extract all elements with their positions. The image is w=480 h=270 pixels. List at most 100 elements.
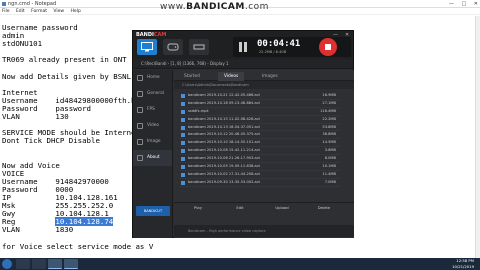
taskbar-browser-icon[interactable] <box>32 259 46 269</box>
video-file-icon <box>181 109 185 114</box>
file-row[interactable]: bandicam 2019-10-05 19-09-11-638.avi 10.1… <box>180 163 340 171</box>
taskbar-notepad-icon[interactable] <box>48 259 62 269</box>
watermark-suffix: .com <box>244 2 269 12</box>
menu-help[interactable]: Help <box>71 9 81 14</box>
bandicam-toolbar: BANDICAM 00:04:41 22.2MB / 8.4GB — ✕ <box>133 31 353 59</box>
sidebar-item-fps[interactable]: FPS <box>133 102 172 118</box>
file-size: 10.1MB <box>322 164 336 169</box>
gamepad-icon <box>167 43 179 51</box>
window-controls: — □ ✕ <box>443 1 478 7</box>
sidebar-item-video[interactable]: Video <box>133 118 172 134</box>
taskbar-explorer-icon[interactable] <box>16 259 30 269</box>
home-icon <box>137 75 143 81</box>
file-name: bandicam 2019-10-06 21-26-17-903.avi <box>188 156 260 161</box>
minimize-icon[interactable]: — <box>449 1 454 7</box>
sidebar-item-general[interactable]: General <box>133 86 172 102</box>
text-line: Username password <box>2 23 78 32</box>
image-icon <box>137 139 143 145</box>
file-row[interactable]: bandicam 2019-10-02 17-31-44-208.avi 11.4… <box>180 171 340 179</box>
text-line: Now add Voice <box>2 160 60 170</box>
text-line: TR069 already present in ONT ,it W <box>2 55 154 65</box>
file-row[interactable]: ssddfs.mp4 116.4MB <box>180 108 340 116</box>
bandicut-ad[interactable]: BANDICUT <box>136 206 170 216</box>
bandicam-footer: Bandicam - High performance video captur… <box>174 225 354 237</box>
file-size: 53.8MB <box>322 124 336 129</box>
file-row[interactable]: bandicam 2019-10-21 12-42-05-486.avi 16.9… <box>180 92 340 100</box>
watermark-prefix: www. <box>160 2 187 12</box>
output-path[interactable]: C:\Users\Admin\Documents\Bandicam <box>174 81 354 89</box>
screen-mode-button[interactable] <box>137 39 157 55</box>
recording-panel: 00:04:41 22.2MB / 8.4GB <box>233 37 351 57</box>
video-file-icon <box>181 165 185 170</box>
recording-timer: 00:04:41 <box>257 39 301 49</box>
start-button[interactable] <box>2 259 12 269</box>
file-row[interactable]: bandicam 2019-10-10 18-14-55-101.avi 14.5… <box>180 139 340 148</box>
system-clock[interactable]: 12:58 PM 10/21/2019 <box>452 258 474 269</box>
file-size: 3.6MB <box>324 148 336 153</box>
sidebar-item-image[interactable]: Image <box>133 134 172 150</box>
menu-edit[interactable]: Edit <box>16 9 25 14</box>
text-line: VLAN 1830 <box>2 225 74 235</box>
file-size: 11.4MB <box>322 171 336 176</box>
maximize-icon[interactable]: □ <box>461 1 466 7</box>
file-size: 16.9MB <box>322 93 336 97</box>
stop-record-button[interactable] <box>319 38 337 56</box>
bc-close-icon[interactable]: ✕ <box>345 32 349 38</box>
file-size: 116.4MB <box>320 108 336 113</box>
recording-size: 22.2MB / 8.4GB <box>259 50 287 54</box>
file-size: 14.5MB <box>322 140 336 145</box>
video-file-icon <box>181 101 185 106</box>
file-row[interactable]: bandicam 2019-09-30 13-35-53-002.avi 7.0M… <box>180 179 340 187</box>
video-file-icon <box>181 117 185 122</box>
upload-button[interactable]: Upload <box>272 205 292 210</box>
text-line: for Voice select service mode as V <box>2 241 154 251</box>
pause-icon[interactable] <box>239 42 247 52</box>
file-name: bandicam 2019-10-10 18-14-55-101.avi <box>188 140 260 145</box>
file-size: 38.8MB <box>322 132 336 137</box>
notepad-text-area[interactable]: Username password admin stdONU101 TR069 alr… <box>2 23 154 267</box>
delete-button[interactable]: Delete <box>314 205 334 210</box>
file-size: 8.0MB <box>324 156 336 161</box>
edit-button[interactable]: Edit <box>230 205 250 210</box>
tab-images[interactable]: Images <box>256 72 284 81</box>
video-file-icon <box>181 133 185 138</box>
video-file-icon <box>181 141 185 146</box>
stop-icon <box>325 44 331 50</box>
tab-videos[interactable]: Videos <box>218 72 245 81</box>
file-row[interactable]: bandicam 2019-10-08 15-42-11-214.avi 3.6M… <box>180 147 340 156</box>
play-button[interactable]: Play <box>188 205 208 210</box>
capture-target-bar[interactable]: C:\Rec\Bandi - [1, 8] (1366, 768) - Disp… <box>133 59 353 69</box>
file-row[interactable]: bandicam 2019-10-12 20-46-05-375.avi 38.8… <box>180 131 340 140</box>
sidebar-item-home[interactable]: Home <box>133 70 172 86</box>
file-name: bandicam 2019-10-21 12-42-05-486.avi <box>188 93 260 97</box>
notepad-title: ngn.cmd - Notepad <box>8 1 57 7</box>
menu-format[interactable]: Format <box>31 9 47 14</box>
file-row[interactable]: bandicam 2019-10-18 09-13-46-884.avi 27.1… <box>180 100 340 108</box>
file-size: 27.1MB <box>322 100 336 105</box>
video-file-icon <box>181 180 185 185</box>
file-row[interactable]: bandicam 2019-10-13 16-54-37-051.avi 53.8… <box>180 124 340 132</box>
close-icon[interactable]: ✕ <box>474 1 478 7</box>
device-mode-button[interactable] <box>189 39 209 55</box>
bc-minimize-icon[interactable]: — <box>333 32 338 38</box>
bandicam-main: Started Videos Images C:\Users\Admin\Doc… <box>174 70 354 238</box>
hdmi-icon <box>193 44 205 50</box>
file-name: bandicam 2019-10-05 19-09-11-638.avi <box>188 164 260 169</box>
clock-date: 10/21/2019 <box>452 263 474 269</box>
file-row[interactable]: bandicam 2019-10-06 21-26-17-903.avi 8.0M… <box>180 155 340 164</box>
tab-started[interactable]: Started <box>178 72 206 81</box>
game-mode-button[interactable] <box>163 39 183 55</box>
file-name: bandicam 2019-10-18 09-13-46-884.avi <box>188 100 260 105</box>
menu-view[interactable]: View <box>53 9 64 14</box>
menu-file[interactable]: File <box>2 9 10 14</box>
video-file-icon <box>181 149 185 154</box>
gear-icon <box>137 91 143 97</box>
video-file-icon <box>181 125 185 130</box>
bandicam-watermark: www.BANDICAM.com <box>160 2 269 12</box>
vertical-scrollbar[interactable] <box>475 16 480 258</box>
file-row[interactable]: bandicam 2019-10-15 11-02-08-428.avi 22.2… <box>180 116 340 124</box>
taskbar-bandicam-icon[interactable] <box>64 259 78 269</box>
file-name: bandicam 2019-10-12 20-46-05-375.avi <box>188 132 260 137</box>
sidebar-item-about[interactable]: About <box>133 150 172 166</box>
text-line: VLAN 130 <box>2 112 69 122</box>
